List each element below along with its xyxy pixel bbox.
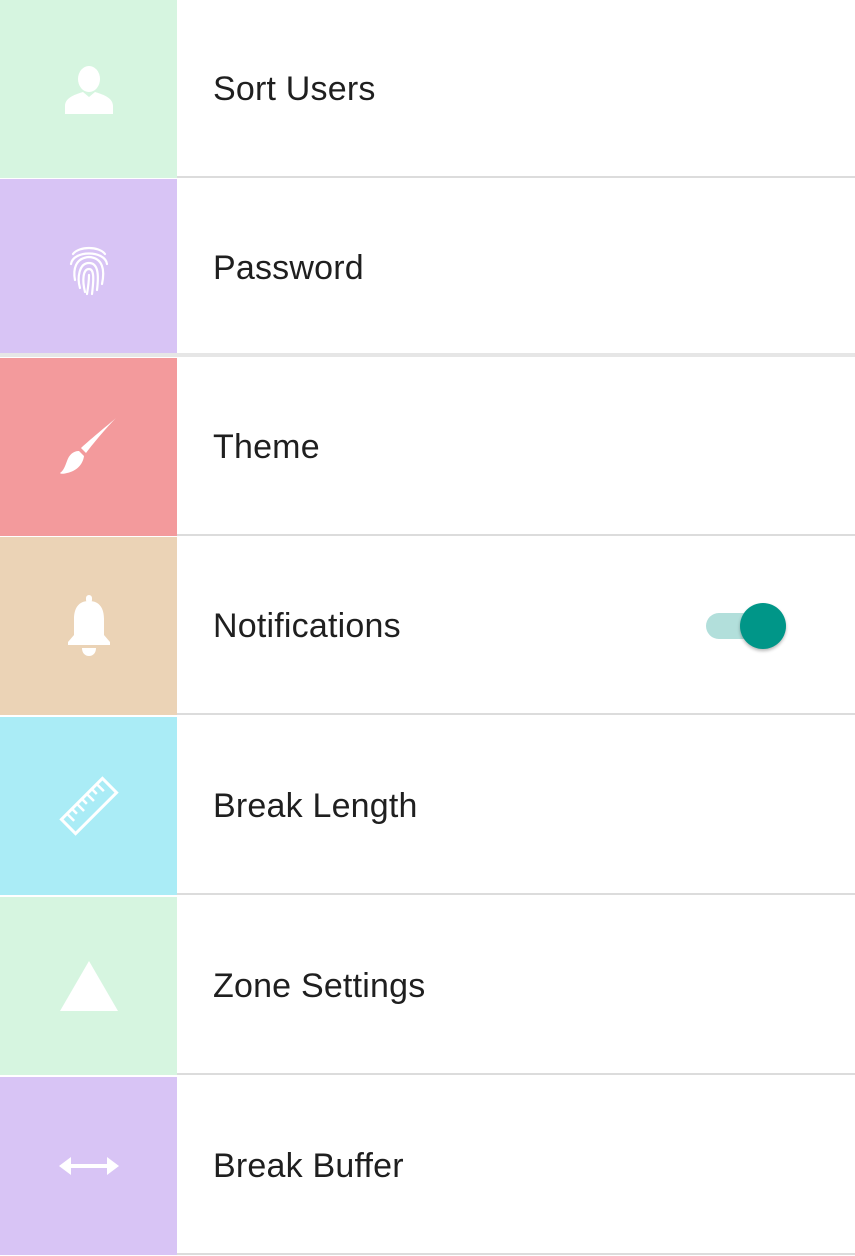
icon-tile-theme bbox=[0, 358, 177, 536]
settings-item-zone-settings[interactable]: Zone Settings bbox=[0, 897, 855, 1075]
ruler-icon bbox=[57, 774, 121, 838]
settings-item-label: Notifications bbox=[213, 607, 401, 645]
bell-icon bbox=[66, 595, 112, 657]
settings-list: Sort Users Password Theme Notifications … bbox=[0, 0, 855, 1256]
paintbrush-icon bbox=[59, 415, 119, 479]
icon-tile-break-length bbox=[0, 717, 177, 895]
divider bbox=[177, 176, 855, 178]
settings-item-label: Break Buffer bbox=[213, 1147, 404, 1185]
settings-item-sort-users[interactable]: Sort Users bbox=[0, 0, 855, 178]
settings-item-label: Break Length bbox=[213, 787, 418, 825]
icon-tile-notifications bbox=[0, 537, 177, 715]
horizontal-arrows-icon bbox=[58, 1154, 119, 1178]
person-icon bbox=[63, 64, 115, 114]
fingerprint-icon bbox=[67, 240, 111, 296]
settings-item-label: Zone Settings bbox=[213, 967, 426, 1005]
divider bbox=[177, 893, 855, 895]
icon-tile-password bbox=[0, 179, 177, 357]
settings-item-label: Password bbox=[213, 249, 364, 287]
divider bbox=[177, 1253, 855, 1255]
icon-tile-break-buffer bbox=[0, 1077, 177, 1255]
settings-item-label: Theme bbox=[213, 428, 320, 466]
divider bbox=[177, 1073, 855, 1075]
settings-item-break-length[interactable]: Break Length bbox=[0, 717, 855, 895]
toggle-thumb bbox=[740, 603, 786, 649]
settings-item-notifications[interactable]: Notifications bbox=[0, 537, 855, 715]
settings-item-break-buffer[interactable]: Break Buffer bbox=[0, 1077, 855, 1255]
settings-item-password[interactable]: Password bbox=[0, 179, 855, 357]
divider bbox=[177, 534, 855, 536]
triangle-icon bbox=[58, 959, 120, 1013]
icon-tile-zone-settings bbox=[0, 897, 177, 1075]
notifications-toggle[interactable] bbox=[706, 602, 790, 650]
settings-item-label: Sort Users bbox=[213, 70, 376, 108]
settings-item-theme[interactable]: Theme bbox=[0, 358, 855, 536]
divider bbox=[177, 713, 855, 715]
icon-tile-sort-users bbox=[0, 0, 177, 178]
divider bbox=[0, 353, 855, 357]
